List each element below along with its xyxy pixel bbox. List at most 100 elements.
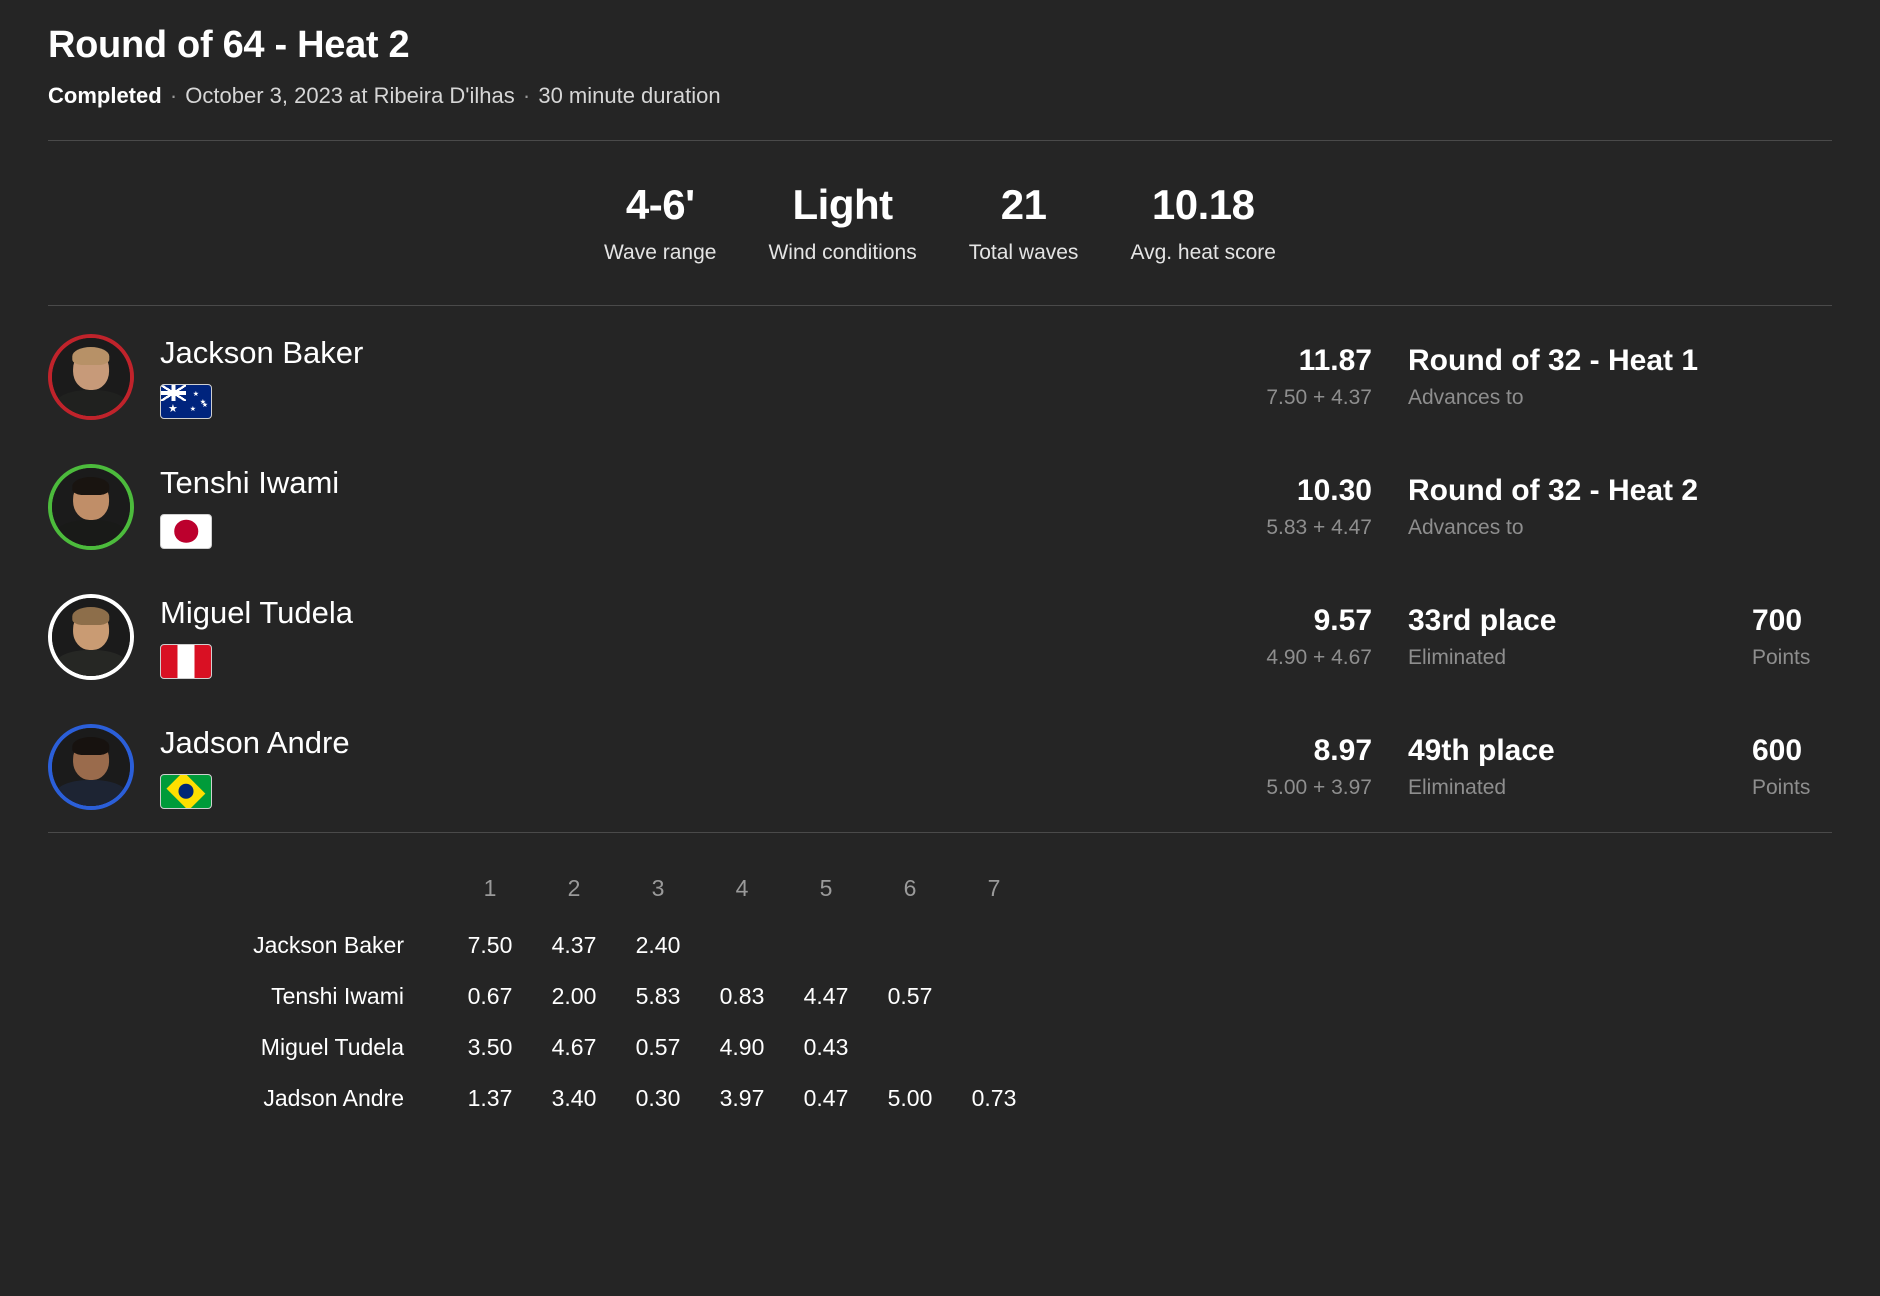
wave-score-cell: 0.73 <box>971 1085 1017 1112</box>
wave-score-cell: 0.47 <box>803 1085 849 1112</box>
wave-table-body: Jackson Baker 7.50 4.37 2.40 Tenshi Iwam… <box>198 920 1036 1124</box>
stat-value: Light <box>792 181 894 229</box>
surfer-result: 9.57 4.90 + 4.67 33rd place Eliminated 7… <box>1172 604 1832 671</box>
surfer-outcome: 33rd place <box>1408 603 1557 637</box>
wave-score-cell: 7.50 <box>467 932 513 959</box>
avatar <box>48 724 134 811</box>
table-row: Jackson Baker 7.50 4.37 2.40 <box>198 920 1036 971</box>
wave-score-cell: 4.37 <box>551 932 597 959</box>
wave-score-cell <box>868 920 952 971</box>
heat-date-location: October 3, 2023 at Ribeira D'ilhas <box>185 82 515 108</box>
wave-column-header: 4 <box>735 875 749 902</box>
surfer-outcome: 49th place <box>1408 733 1555 767</box>
surfer-name-block: Miguel Tudela <box>160 594 354 679</box>
surfer-row[interactable]: Jackson Baker ★ ★ ★ ★ ★ 11.87 7.50 + 4.3… <box>48 312 1832 442</box>
surfer-score-column: 10.30 5.83 + 4.47 <box>1172 474 1372 541</box>
wave-column-header: 1 <box>483 875 497 902</box>
surfer-name-block: Tenshi Iwami <box>160 465 339 549</box>
surfer-result: 8.97 5.00 + 3.97 49th place Eliminated 6… <box>1172 734 1832 801</box>
wave-score-cell: 4.47 <box>803 983 849 1010</box>
wave-score-cell: 4.90 <box>719 1034 765 1061</box>
wave-row-name: Jadson Andre <box>263 1085 404 1112</box>
surfer-outcome-column[interactable]: Round of 32 - Heat 2 Advances to <box>1372 474 1712 541</box>
surfer-name: Miguel Tudela <box>160 594 354 630</box>
surfer-score-breakdown: 7.50 + 4.37 <box>1266 386 1372 410</box>
wave-score-cell <box>952 920 1036 971</box>
wave-column-header: 7 <box>987 875 1001 902</box>
surfer-points-column <box>1712 474 1832 482</box>
wave-score-cell: 3.40 <box>551 1085 597 1112</box>
surfer-total-score: 11.87 <box>1298 343 1372 377</box>
wave-score-cell <box>868 1022 952 1073</box>
surfer-score-column: 11.87 7.50 + 4.37 <box>1172 344 1372 411</box>
wave-score-cell: 1.37 <box>467 1085 513 1112</box>
heat-stats-section: 4-6' Wave range Light Wind conditions 21… <box>48 141 1832 305</box>
surfer-identity: Jackson Baker ★ ★ ★ ★ ★ <box>48 334 1172 421</box>
flag-icon-australia: ★ ★ ★ ★ ★ <box>160 383 212 419</box>
wave-score-cell <box>700 920 784 971</box>
avatar <box>48 594 134 681</box>
wave-table-name-header <box>198 863 448 920</box>
wave-column-header: 6 <box>903 875 917 902</box>
surfer-name-block: Jackson Baker ★ ★ ★ ★ ★ <box>160 334 364 419</box>
surfer-total-score: 9.57 <box>1313 603 1372 637</box>
surfer-points: 600 <box>1752 733 1803 767</box>
wave-row-name: Miguel Tudela <box>260 1034 404 1061</box>
wave-score-cell <box>784 920 868 971</box>
wave-score-cell: 0.83 <box>719 983 765 1010</box>
stat-value: 4-6' <box>625 181 695 229</box>
wave-score-cell <box>952 1022 1036 1073</box>
surfer-outcome-sub: Advances to <box>1408 386 1524 410</box>
surfer-outcome-column[interactable]: Round of 32 - Heat 1 Advances to <box>1372 344 1712 411</box>
wave-score-cell: 0.43 <box>803 1034 849 1061</box>
status-badge: Completed <box>48 82 162 108</box>
wave-score-cell: 5.83 <box>635 983 681 1010</box>
surfer-total-score: 8.97 <box>1313 733 1372 767</box>
table-row: Miguel Tudela 3.50 4.67 0.57 4.90 0.43 <box>198 1022 1036 1073</box>
surfer-row[interactable]: Jadson Andre 8.97 5.00 + 3.97 49th place… <box>48 702 1832 832</box>
wave-column-header: 5 <box>819 875 833 902</box>
surfer-outcome-sub: Advances to <box>1408 516 1524 540</box>
stat-total-waves: 21 Total waves <box>943 182 1105 265</box>
wave-score-cell: 2.00 <box>551 983 597 1010</box>
flag-icon-peru <box>160 643 212 679</box>
surfer-outcome: Round of 32 - Heat 1 <box>1408 343 1699 377</box>
surfer-name: Jackson Baker <box>160 334 364 370</box>
heat-meta: Completed · October 3, 2023 at Ribeira D… <box>48 82 1832 111</box>
avatar-photo <box>52 728 130 807</box>
wave-score-cell: 0.57 <box>635 1034 681 1061</box>
table-row: Tenshi Iwami 0.67 2.00 5.83 0.83 4.47 0.… <box>198 971 1036 1022</box>
wave-row-name: Jackson Baker <box>253 932 404 959</box>
surfer-score-breakdown: 5.83 + 4.47 <box>1266 516 1372 540</box>
surfer-results-list: Jackson Baker ★ ★ ★ ★ ★ 11.87 7.50 + 4.3… <box>48 306 1832 832</box>
flag-icon-japan <box>160 513 212 549</box>
surfer-row[interactable]: Miguel Tudela 9.57 4.90 + 4.67 33rd plac… <box>48 572 1832 702</box>
stat-wave-range: 4-6' Wave range <box>578 181 742 265</box>
wave-score-cell: 3.97 <box>719 1085 765 1112</box>
surfer-identity: Miguel Tudela <box>48 594 1172 681</box>
surfer-identity: Jadson Andre <box>48 724 1172 811</box>
wave-score-cell: 2.40 <box>635 932 681 959</box>
stat-label: Wave range <box>604 241 717 265</box>
surfer-outcome-column: 33rd place Eliminated <box>1372 604 1712 671</box>
surfer-outcome-sub: Eliminated <box>1408 646 1507 670</box>
wave-row-name: Tenshi Iwami <box>271 983 404 1010</box>
stat-wind-conditions: Light Wind conditions <box>742 181 942 265</box>
stat-value: 10.18 <box>1151 181 1255 229</box>
avatar <box>48 334 134 421</box>
surfer-outcome-sub: Eliminated <box>1408 776 1507 800</box>
stat-label: Wind conditions <box>768 241 917 265</box>
surfer-name-block: Jadson Andre <box>160 725 350 809</box>
wave-score-cell: 3.50 <box>467 1034 513 1061</box>
surfer-identity: Tenshi Iwami <box>48 464 1172 551</box>
wave-score-cell: 0.57 <box>887 983 933 1010</box>
stat-avg-heat-score: 10.18 Avg. heat score <box>1104 181 1302 265</box>
wave-scores-table: 1 2 3 4 5 6 7 Jackson Baker 7.50 4.37 2.… <box>198 863 1036 1124</box>
wave-score-cell: 5.00 <box>887 1085 933 1112</box>
surfer-row[interactable]: Tenshi Iwami 10.30 5.83 + 4.47 Round of … <box>48 442 1832 572</box>
heat-header: Round of 64 - Heat 2 Completed · October… <box>48 0 1832 110</box>
meta-separator-2: · <box>522 82 531 108</box>
table-row: Jadson Andre 1.37 3.40 0.30 3.97 0.47 5.… <box>198 1073 1036 1124</box>
heat-detail-page: Round of 64 - Heat 2 Completed · October… <box>0 0 1880 1296</box>
surfer-points-column: 700 Points <box>1712 604 1832 671</box>
